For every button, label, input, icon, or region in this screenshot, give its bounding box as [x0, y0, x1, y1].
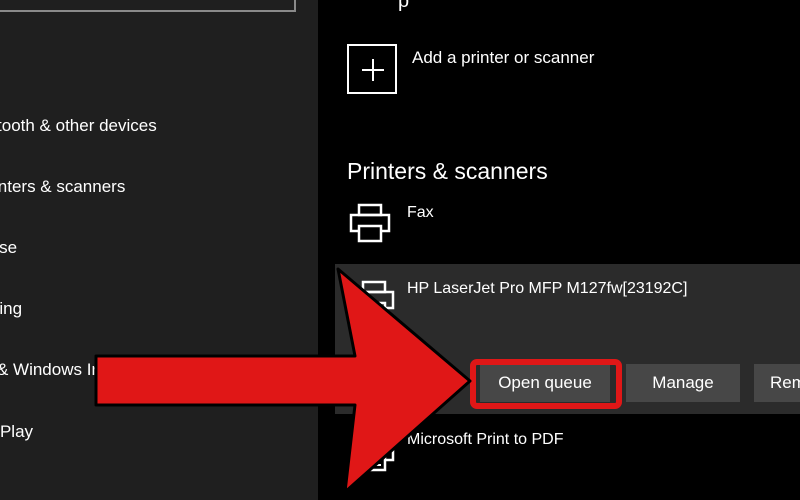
red-arrow-annotation — [94, 267, 472, 494]
